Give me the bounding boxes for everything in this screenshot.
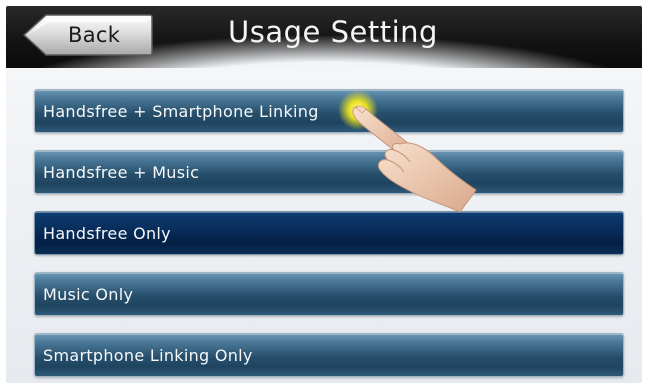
options-list: Handsfree + Smartphone Linking Handsfree… (6, 68, 642, 383)
option-label: Smartphone Linking Only (43, 346, 253, 365)
usage-setting-screen: Back Usage Setting Handsfree + Smartphon… (6, 6, 642, 383)
back-button[interactable]: Back (22, 13, 154, 57)
header-bar: Back Usage Setting (6, 6, 642, 68)
option-label: Music Only (43, 285, 134, 304)
option-handsfree-smartphone-linking[interactable]: Handsfree + Smartphone Linking (34, 89, 624, 133)
page-title: Usage Setting (228, 15, 438, 49)
option-label: Handsfree + Music (43, 163, 200, 182)
option-handsfree-music[interactable]: Handsfree + Music (34, 150, 624, 194)
option-music-only[interactable]: Music Only (34, 272, 624, 316)
option-smartphone-linking-only[interactable]: Smartphone Linking Only (34, 333, 624, 377)
option-label: Handsfree Only (43, 224, 171, 243)
option-label: Handsfree + Smartphone Linking (43, 102, 319, 121)
back-button-label: Back (68, 23, 121, 47)
option-handsfree-only[interactable]: Handsfree Only (34, 211, 624, 255)
